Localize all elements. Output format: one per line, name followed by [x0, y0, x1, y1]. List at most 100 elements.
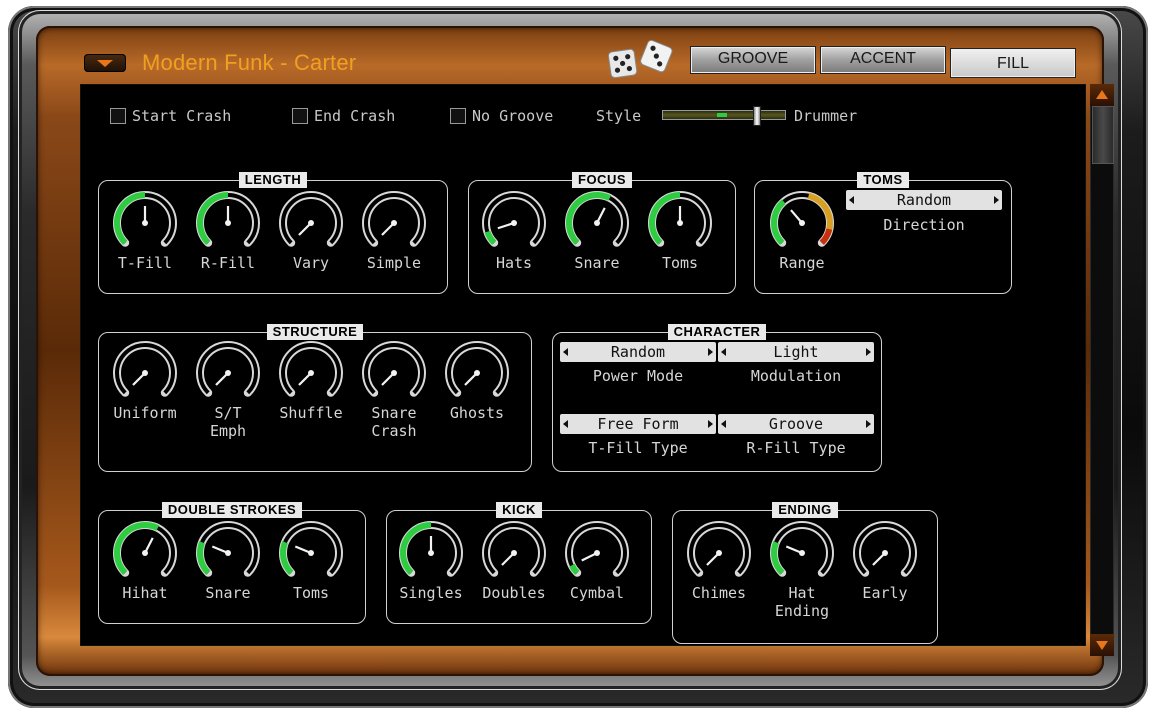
arrow-left-icon	[849, 196, 854, 204]
select-value: Free Form	[597, 415, 679, 433]
tab-groove[interactable]: GROOVE	[690, 46, 816, 74]
start-crash-option[interactable]: Start Crash	[110, 106, 260, 126]
knob-dial[interactable]	[645, 188, 715, 258]
knob-dial[interactable]	[442, 338, 512, 408]
scroll-up-button[interactable]	[1090, 84, 1114, 106]
knob-dial[interactable]	[479, 518, 549, 588]
knob-kick-doubles[interactable]: Doubles	[474, 518, 554, 602]
knob-length-r-fill[interactable]: R-Fill	[188, 188, 268, 272]
arrow-right-icon	[708, 420, 713, 428]
group-title: FOCUS	[572, 172, 632, 188]
group-title: CHARACTER	[667, 324, 767, 340]
knob-track-inner	[198, 523, 258, 575]
r-fill-type-label: R-Fill Type	[746, 439, 846, 457]
knob-dial[interactable]	[684, 518, 754, 588]
knob-toms-range[interactable]: Range	[762, 188, 842, 272]
knob-dial[interactable]	[479, 188, 549, 258]
knob-hub	[225, 550, 231, 556]
knob-focus-hats[interactable]: Hats	[474, 188, 554, 272]
knob-label: Shuffle	[279, 404, 343, 422]
knob-structure-ghosts[interactable]: Ghosts	[437, 338, 517, 422]
knob-hub	[511, 220, 517, 226]
knob-hub	[225, 370, 231, 376]
knob-dial[interactable]	[767, 188, 837, 258]
knob-structure-snare-crash[interactable]: Snare Crash	[354, 338, 434, 440]
drummer-label: Drummer	[794, 107, 858, 125]
knob-hub	[308, 370, 314, 376]
slider-handle[interactable]	[753, 106, 761, 126]
knob-double-strokes-hihat[interactable]: Hihat	[105, 518, 185, 602]
knob-track-inner	[447, 343, 507, 395]
power-mode-label: Power Mode	[592, 367, 684, 385]
knob-ending-chimes[interactable]: Chimes	[679, 518, 759, 602]
scroll-thumb[interactable]	[1092, 106, 1114, 164]
no-groove-option[interactable]: No Groove	[450, 106, 580, 126]
knob-dial[interactable]	[110, 188, 180, 258]
select-value: Groove	[768, 415, 824, 433]
menu-button[interactable]	[84, 54, 126, 72]
knob-double-strokes-toms[interactable]: Toms	[271, 518, 351, 602]
slider-indicator	[717, 113, 727, 117]
dice-icon[interactable]	[606, 40, 680, 84]
scrollbar[interactable]	[1090, 84, 1114, 656]
r-fill-type-select[interactable]: Groove	[718, 414, 874, 434]
knob-kick-cymbal[interactable]: Cymbal	[557, 518, 637, 602]
knob-length-vary[interactable]: Vary	[271, 188, 351, 272]
knob-dial[interactable]	[276, 518, 346, 588]
knob-dial[interactable]	[359, 188, 429, 258]
knob-hub	[511, 550, 517, 556]
knob-focus-snare[interactable]: Snare	[557, 188, 637, 272]
tab-accent[interactable]: ACCENT	[820, 46, 946, 74]
knob-dial[interactable]	[276, 338, 346, 408]
knob-dial[interactable]	[110, 338, 180, 408]
knob-structure-s-t-emph[interactable]: S/T Emph	[188, 338, 268, 440]
style-drummer-slider[interactable]	[662, 106, 786, 126]
start-crash-checkbox[interactable]	[110, 108, 126, 124]
knob-label: Chimes	[691, 584, 747, 602]
knob-length-simple[interactable]: Simple	[354, 188, 434, 272]
t-fill-type-select[interactable]: Free Form	[560, 414, 716, 434]
toms-direction-select[interactable]: Random	[846, 190, 1002, 210]
knob-focus-toms[interactable]: Toms	[640, 188, 720, 272]
knob-hub	[799, 220, 805, 226]
knob-hub	[225, 220, 231, 226]
knob-ending-hat-ending[interactable]: Hat Ending	[762, 518, 842, 620]
knob-dial[interactable]	[276, 188, 346, 258]
end-crash-checkbox[interactable]	[292, 108, 308, 124]
knob-track-inner	[281, 193, 341, 245]
knob-track-inner	[484, 523, 544, 575]
end-crash-option[interactable]: End Crash	[292, 106, 422, 126]
knob-ending-early[interactable]: Early	[845, 518, 925, 602]
knob-value-arc	[114, 522, 160, 575]
knob-track-inner	[364, 343, 424, 395]
knob-dial[interactable]	[562, 188, 632, 258]
power-mode-select[interactable]: Random	[560, 342, 716, 362]
group-title: ENDING	[772, 502, 838, 518]
knob-label: Range	[779, 254, 825, 272]
knob-structure-shuffle[interactable]: Shuffle	[271, 338, 351, 422]
knob-double-strokes-snare[interactable]: Snare	[188, 518, 268, 602]
knob-dial[interactable]	[850, 518, 920, 588]
knob-dial[interactable]	[767, 518, 837, 588]
knob-track-inner	[198, 343, 258, 395]
tab-fill[interactable]: FILL	[950, 48, 1076, 78]
knob-dial[interactable]	[193, 518, 263, 588]
knob-hub	[799, 550, 805, 556]
knob-kick-singles[interactable]: Singles	[391, 518, 471, 602]
modulation-select[interactable]: Light	[718, 342, 874, 362]
knob-dial[interactable]	[193, 338, 263, 408]
knob-hub	[677, 220, 683, 226]
knob-dial[interactable]	[193, 188, 263, 258]
knob-dial[interactable]	[396, 518, 466, 588]
no-groove-checkbox[interactable]	[450, 108, 466, 124]
knob-dial[interactable]	[562, 518, 632, 588]
knob-dial[interactable]	[110, 518, 180, 588]
group-title: DOUBLE STROKES	[161, 502, 303, 518]
knob-dial[interactable]	[359, 338, 429, 408]
scroll-down-button[interactable]	[1090, 634, 1114, 656]
knob-length-t-fill[interactable]: T-Fill	[105, 188, 185, 272]
arrow-right-icon	[866, 420, 871, 428]
knob-structure-uniform[interactable]: Uniform	[105, 338, 185, 422]
knob-label: Doubles	[482, 584, 546, 602]
knob-label: Cymbal	[569, 584, 625, 602]
